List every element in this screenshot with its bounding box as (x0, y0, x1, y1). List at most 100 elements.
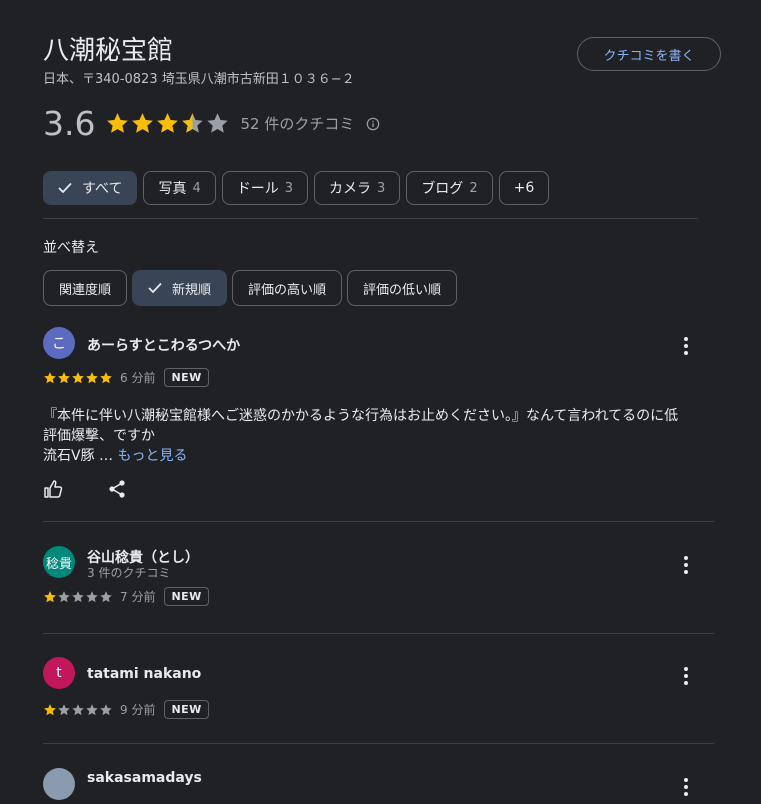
new-badge: NEW (164, 587, 209, 606)
review-divider (43, 521, 714, 522)
chip-label: すべて (82, 181, 123, 197)
new-badge: NEW (164, 368, 209, 387)
chip-count: 3 (377, 180, 386, 196)
star-icon (58, 703, 70, 715)
more-options-icon[interactable] (684, 778, 688, 799)
review-time: 6 分前 (120, 371, 156, 385)
review-text-line: 『本件に伴い八潮秘宝館様へご迷惑のかかるような行為はお止めください。』なんて言わ… (43, 408, 679, 424)
review-divider (43, 633, 714, 634)
rating-number: 3.6 (43, 104, 96, 143)
read-more-link[interactable]: もっと見る (117, 448, 187, 464)
filter-chip-camera[interactable]: カメラ 3 (314, 171, 401, 205)
star-icon (44, 590, 56, 602)
sort-relevance[interactable]: 関連度順 (43, 270, 128, 306)
sort-option-label: 関連度順 (59, 282, 112, 298)
reviewer-name[interactable]: sakasamadays (87, 770, 202, 786)
star-icon (86, 703, 98, 715)
star-icon (72, 590, 84, 602)
chip-label: カメラ (329, 181, 372, 197)
sort-option-label: 評価の高い順 (248, 282, 327, 298)
sort-lowest[interactable]: 評価の低い順 (347, 270, 458, 306)
star-icon (207, 113, 229, 133)
star-icon (100, 590, 112, 602)
star-icon (86, 590, 98, 602)
chip-label: ドール (236, 181, 279, 197)
star-icon (132, 113, 154, 133)
chip-count: 2 (469, 180, 478, 196)
review-item: こ あーらすとこわるつへか 6 分前 NEW 『本件に伴い八潮秘宝館様へご迷惑の… (43, 327, 714, 522)
star-icon (157, 113, 179, 133)
reviewer-name[interactable]: あーらすとこわるつへか (87, 335, 240, 355)
review-meta: 7 分前 NEW (43, 587, 209, 606)
star-icon (100, 703, 112, 715)
review-stars (43, 590, 113, 604)
info-icon[interactable] (366, 117, 380, 131)
review-time: 7 分前 (120, 590, 156, 604)
avatar-text: 稔貴 (45, 556, 72, 572)
more-options-icon[interactable] (684, 667, 688, 688)
check-icon (58, 182, 72, 194)
review-item: t tatami nakano 9 分前 NEW (43, 657, 714, 745)
filter-chip-more[interactable]: +6 (498, 171, 550, 205)
more-options-icon[interactable] (684, 337, 688, 358)
sort-option-label: 新規順 (172, 282, 212, 298)
review-divider (43, 743, 714, 744)
star-icon (86, 371, 98, 383)
review-text-line: 流石V豚 … もっと見る (43, 446, 703, 466)
star-icon (58, 371, 70, 383)
filter-chips: すべて 写真 4 ドール 3 カメラ 3 ブログ 2 +6 (43, 171, 555, 205)
avatar[interactable]: こ (43, 327, 75, 359)
reviewer-name[interactable]: tatami nakano (87, 666, 201, 682)
sort-label: 並べ替え (43, 240, 99, 256)
new-badge: NEW (164, 700, 209, 719)
review-stars (43, 371, 113, 385)
filter-chip-blog[interactable]: ブログ 2 (406, 171, 493, 205)
more-options-icon[interactable] (684, 556, 688, 577)
review-text: 『本件に伴い八潮秘宝館様へご迷惑のかかるような行為はお止めください。』なんて言わ… (43, 406, 703, 466)
review-count: 52 件のクチコミ (240, 115, 355, 133)
avatar[interactable]: t (43, 657, 75, 689)
avatar-text: こ (52, 336, 66, 352)
star-icon (44, 371, 56, 383)
avatar[interactable] (43, 768, 75, 800)
section-divider (43, 218, 698, 219)
filter-chip-doll[interactable]: ドール 3 (221, 171, 309, 205)
avatar-text: t (56, 665, 62, 681)
review-item: 稔貴 谷山稔貴（とし） 3 件のクチコミ 7 分前 NEW (43, 546, 714, 634)
review-item: sakasamadays (43, 768, 714, 804)
star-icon (182, 113, 204, 133)
sort-newest[interactable]: 新規順 (132, 270, 228, 306)
rating-summary: 3.6 52 件のクチコミ (43, 104, 380, 143)
write-review-button[interactable]: クチコミを書く (577, 37, 721, 71)
check-icon (148, 282, 162, 294)
review-time: 9 分前 (120, 703, 156, 717)
chip-label: +6 (513, 180, 535, 196)
star-icon (72, 703, 84, 715)
review-text-end: 流石V豚 … (43, 448, 118, 464)
filter-chip-photo[interactable]: 写真 4 (143, 171, 216, 205)
star-icon (72, 371, 84, 383)
filter-chip-all[interactable]: すべて (43, 171, 138, 205)
reviewer-review-count[interactable]: 3 件のクチコミ (87, 564, 170, 581)
review-text-line: 評価爆撃、ですか (43, 428, 155, 444)
chip-label: 写真 (158, 181, 187, 197)
review-stars (43, 703, 113, 717)
thumbs-up-icon[interactable] (43, 479, 63, 499)
sort-highest[interactable]: 評価の高い順 (232, 270, 343, 306)
avatar[interactable]: 稔貴 (43, 546, 75, 578)
sort-options: 関連度順 新規順 評価の高い順 評価の低い順 (43, 270, 462, 306)
chip-count: 3 (284, 180, 294, 196)
rating-stars (105, 111, 230, 136)
star-icon (100, 371, 112, 383)
chip-label: ブログ (421, 181, 464, 197)
share-icon[interactable] (107, 479, 127, 499)
sort-option-label: 評価の低い順 (363, 282, 442, 298)
review-meta: 9 分前 NEW (43, 700, 209, 719)
review-meta: 6 分前 NEW (43, 368, 209, 387)
star-icon (107, 113, 129, 133)
review-actions (43, 479, 127, 499)
place-title: 八潮秘宝館 (43, 36, 174, 66)
chip-count: 4 (192, 180, 201, 196)
place-address: 日本、〒340-0823 埼玉県八潮市古新田１０３６−２ (43, 72, 355, 87)
star-icon (44, 703, 56, 715)
